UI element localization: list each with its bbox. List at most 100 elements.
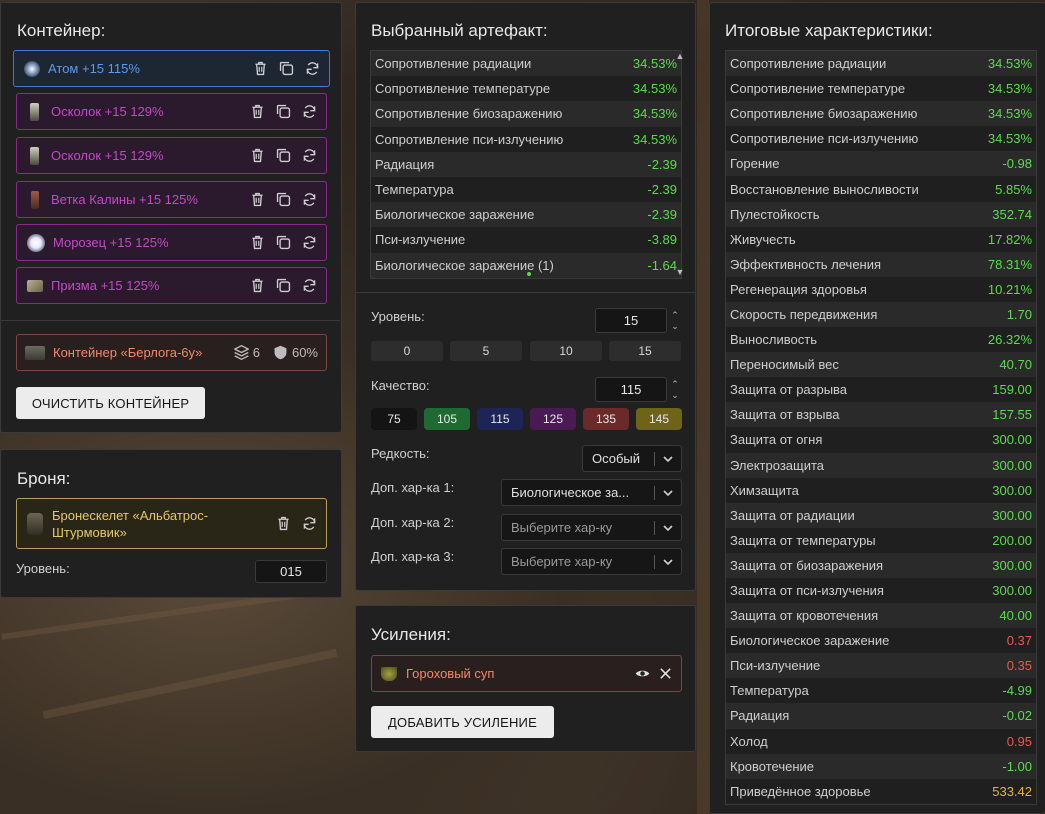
trash-icon[interactable] xyxy=(249,234,266,251)
stat-name: Сопротивление температуре xyxy=(375,81,551,97)
extra3-select[interactable]: Выберите хар-ку xyxy=(501,548,682,575)
refresh-icon[interactable] xyxy=(301,277,318,294)
stat-row: Горение -0.98 xyxy=(726,151,1036,177)
stat-row: Выносливость 26.32% xyxy=(726,327,1036,353)
refresh-icon[interactable] xyxy=(301,103,318,120)
stat-name: Биологическое заражение (1) xyxy=(375,257,554,273)
stat-value: 0.35 xyxy=(1006,658,1032,674)
stat-row: Сопротивление пси-излучению 34.53% xyxy=(726,126,1036,152)
copy-icon[interactable] xyxy=(278,60,295,77)
stat-value: 34.53% xyxy=(632,106,677,122)
stat-row: Сопротивление температуре 34.53% xyxy=(726,76,1036,102)
add-boost-button[interactable]: ДОБАВИТЬ УСИЛЕНИЕ xyxy=(371,706,554,738)
armor-item[interactable]: Бронескелет «Альбатрос-Штурмовик» xyxy=(16,498,327,549)
stat-value: 157.55 xyxy=(992,407,1032,423)
quality-decrement-icon[interactable]: ⌄ xyxy=(669,391,681,400)
refresh-icon[interactable] xyxy=(301,191,318,208)
stat-value: -2.39 xyxy=(647,156,677,172)
container-box-item[interactable]: Контейнер «Берлога-6у» 6 60% xyxy=(16,334,327,371)
stat-value: 1.70 xyxy=(1006,306,1032,322)
refresh-icon[interactable] xyxy=(301,147,318,164)
extra1-select[interactable]: Биологическое за... xyxy=(501,479,682,506)
copy-icon[interactable] xyxy=(275,147,292,164)
container-item[interactable]: Морозец +15 125% xyxy=(16,224,327,261)
stat-row: Сопротивление биозаражению 34.53% xyxy=(726,101,1036,127)
boost-item[interactable]: Гороховый суп xyxy=(371,655,682,692)
level-preset-button[interactable]: 10 xyxy=(530,341,602,361)
copy-icon[interactable] xyxy=(275,103,292,120)
level-preset-button[interactable]: 5 xyxy=(450,341,522,361)
stat-row: Пси-излучение -3.89 xyxy=(371,227,681,253)
stat-row: Регенерация здоровья 10.21% xyxy=(726,276,1036,302)
container-item-label: Атом +15 115% xyxy=(48,61,140,76)
trash-icon[interactable] xyxy=(249,103,266,120)
stat-name: Сопротивление радиации xyxy=(730,56,887,72)
level-increment-icon[interactable]: ⌃ xyxy=(669,311,681,320)
stat-name: Электрозащита xyxy=(730,457,825,473)
stat-name: Восстановление выносливости xyxy=(730,181,919,197)
container-item-label: Ветка Калины +15 125% xyxy=(51,192,198,207)
quality-preset-button[interactable]: 145 xyxy=(636,408,682,430)
container-item-label: Призма +15 125% xyxy=(51,278,160,293)
trash-icon[interactable] xyxy=(249,191,266,208)
eye-icon[interactable] xyxy=(635,666,650,681)
stat-name: Радиация xyxy=(730,708,790,724)
stat-row: Переносимый вес 40.70 xyxy=(726,352,1036,378)
stat-name: Защита от огня xyxy=(730,432,823,448)
quality-increment-icon[interactable]: ⌃ xyxy=(669,380,681,389)
level-preset-button[interactable]: 15 xyxy=(609,341,681,361)
extra2-select[interactable]: Выберите хар-ку xyxy=(501,514,682,541)
stat-row: Живучесть 17.82% xyxy=(726,226,1036,252)
quality-preset-button[interactable]: 105 xyxy=(424,408,470,430)
stat-value: 300.00 xyxy=(992,432,1032,448)
trash-icon[interactable] xyxy=(249,147,266,164)
boosts-panel: Усиления: Гороховый суп ДОБАВИТЬ УСИЛЕНИ… xyxy=(355,605,696,752)
container-item[interactable]: Осколок +15 129% xyxy=(16,137,327,174)
stat-value: -1.00 xyxy=(1002,758,1032,774)
container-item-label: Осколок +15 129% xyxy=(51,104,164,119)
refresh-icon[interactable] xyxy=(301,515,318,532)
exoskeleton-icon xyxy=(27,512,43,535)
quality-preset-button[interactable]: 125 xyxy=(530,408,576,430)
stat-value: -4.99 xyxy=(1002,683,1032,699)
artifact-title: Выбранный артефакт: xyxy=(371,21,548,40)
container-item[interactable]: Осколок +15 129% xyxy=(16,93,327,130)
quality-preset-button[interactable]: 135 xyxy=(583,408,629,430)
stat-name: Температура xyxy=(730,683,809,699)
armor-level-input[interactable]: 015 xyxy=(255,560,327,583)
container-item-label: Осколок +15 129% xyxy=(51,148,164,163)
stat-value: -2.39 xyxy=(647,182,677,198)
artifact-level-input[interactable]: 15 xyxy=(595,308,667,333)
refresh-icon[interactable] xyxy=(304,60,321,77)
divider xyxy=(356,292,695,293)
container-item[interactable]: Атом +15 115% xyxy=(13,50,330,87)
rarity-select[interactable]: Особый xyxy=(582,445,682,472)
trash-icon[interactable] xyxy=(249,277,266,294)
container-item[interactable]: Призма +15 125% xyxy=(16,267,327,304)
level-preset-button[interactable]: 0 xyxy=(371,341,443,361)
copy-icon[interactable] xyxy=(275,234,292,251)
trash-icon[interactable] xyxy=(275,515,292,532)
quality-preset-button[interactable]: 75 xyxy=(371,408,417,430)
quality-preset-button[interactable]: 115 xyxy=(477,408,523,430)
level-decrement-icon[interactable]: ⌄ xyxy=(669,322,681,331)
copy-icon[interactable] xyxy=(275,191,292,208)
scroll-up-icon[interactable]: ▲ xyxy=(674,52,686,61)
refresh-icon[interactable] xyxy=(301,234,318,251)
scroll-down-icon[interactable]: ▼ xyxy=(674,268,686,277)
stat-name: Защита от кровотечения xyxy=(730,608,879,624)
close-icon[interactable] xyxy=(659,667,672,680)
stat-name: Выносливость xyxy=(730,332,817,348)
copy-icon[interactable] xyxy=(275,277,292,294)
stat-row: Сопротивление температуре 34.53% xyxy=(371,76,681,102)
atom-icon xyxy=(24,60,40,77)
container-item[interactable]: Ветка Калины +15 125% xyxy=(16,181,327,218)
shield-icon xyxy=(274,345,287,360)
trash-icon[interactable] xyxy=(252,60,269,77)
stat-row: Восстановление выносливости 5.85% xyxy=(726,176,1036,202)
container-protection: 60% xyxy=(291,345,318,360)
extra1-label: Доп. хар-ка 1: xyxy=(371,480,455,495)
clear-container-button[interactable]: ОЧИСТИТЬ КОНТЕЙНЕР xyxy=(16,387,205,419)
quality-input[interactable]: 115 xyxy=(595,377,667,402)
chevron-down-icon xyxy=(663,524,673,531)
